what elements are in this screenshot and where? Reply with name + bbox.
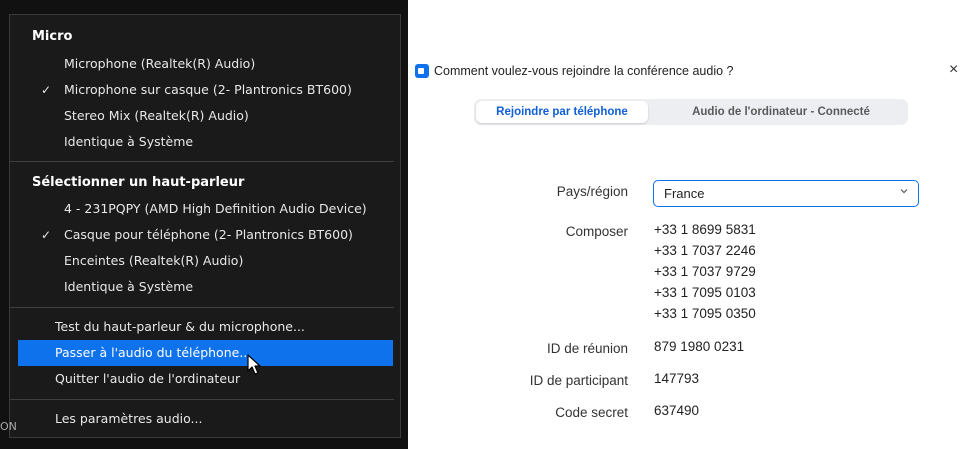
phone-number: +33 1 7037 9729 xyxy=(654,264,756,279)
dial-label: Composer xyxy=(565,224,628,239)
participant-id-value: 147793 xyxy=(654,371,700,386)
zoom-logo-icon xyxy=(415,64,429,78)
menu-item-speaker-realtek[interactable]: Enceintes (Realtek(R) Audio) xyxy=(18,248,393,274)
menu-item-label: Microphone (Realtek(R) Audio) xyxy=(64,56,256,71)
menu-item-label: Enceintes (Realtek(R) Audio) xyxy=(64,253,244,268)
check-icon: ✓ xyxy=(41,228,52,242)
join-audio-dialog: Comment voulez-vous rejoindre la confére… xyxy=(408,0,962,449)
menu-item-label: Stereo Mix (Realtek(R) Audio) xyxy=(64,108,249,123)
menu-item-speaker-same-as-system[interactable]: Identique à Système xyxy=(18,274,393,300)
menu-separator xyxy=(10,307,394,308)
menu-item-test-audio[interactable]: Test du haut-parleur & du microphone... xyxy=(18,314,393,340)
tab-join-by-phone[interactable]: Rejoindre par téléphone xyxy=(476,101,648,123)
menu-item-label: Test du haut-parleur & du microphone... xyxy=(55,319,305,334)
speaker-header: Sélectionner un haut-parleur xyxy=(32,175,245,190)
passcode-label: Code secret xyxy=(555,405,628,420)
menu-item-label: Identique à Système xyxy=(64,279,194,294)
menu-item-mic-plantronics[interactable]: ✓ Microphone sur casque (2- Plantronics B… xyxy=(18,77,393,103)
menu-item-label: Identique à Système xyxy=(64,134,194,149)
menu-separator xyxy=(10,399,394,400)
meeting-id-label: ID de réunion xyxy=(546,341,628,356)
menu-item-label: Casque pour téléphone (2- Plantronics BT… xyxy=(64,227,353,242)
audio-menu-panel: Micro Microphone (Realtek(R) Audio) ✓ Mic… xyxy=(0,0,408,449)
close-icon[interactable]: × xyxy=(949,61,958,79)
country-label: Pays/région xyxy=(556,184,628,199)
audio-menu: Micro Microphone (Realtek(R) Audio) ✓ Mic… xyxy=(9,14,401,438)
phone-number: +33 1 8699 5831 xyxy=(654,222,756,237)
menu-item-audio-settings[interactable]: Les paramètres audio... xyxy=(18,406,393,432)
menu-item-label: 4 - 231PQPY (AMD High Definition Audio D… xyxy=(64,201,367,216)
menu-item-stereo-mix[interactable]: Stereo Mix (Realtek(R) Audio) xyxy=(18,103,393,129)
menu-item-label: Microphone sur casque (2- Plantronics BT… xyxy=(64,82,352,97)
phone-number: +33 1 7095 0350 xyxy=(654,306,756,321)
passcode-value: 637490 xyxy=(654,403,700,418)
meeting-id-value: 879 1980 0231 xyxy=(654,339,745,354)
chevron-down-icon xyxy=(900,189,908,194)
menu-item-switch-to-phone-audio[interactable]: Passer à l'audio du téléphone... xyxy=(18,340,393,366)
menu-item-label: Passer à l'audio du téléphone... xyxy=(55,345,252,360)
micro-header: Micro xyxy=(32,29,73,44)
audio-tabs: Rejoindre par téléphone Audio de l'ordin… xyxy=(474,99,908,125)
dialog-title: Comment voulez-vous rejoindre la confére… xyxy=(434,64,734,78)
phone-number: +33 1 7037 2246 xyxy=(654,243,756,258)
menu-item-label: Les paramètres audio... xyxy=(55,411,203,426)
menu-item-mic-realtek[interactable]: Microphone (Realtek(R) Audio) xyxy=(18,51,393,77)
menu-item-leave-computer-audio[interactable]: Quitter l'audio de l'ordinateur xyxy=(18,366,393,392)
menu-item-mic-same-as-system[interactable]: Identique à Système xyxy=(18,129,393,155)
check-icon: ✓ xyxy=(41,83,52,97)
menu-item-speaker-amd[interactable]: 4 - 231PQPY (AMD High Definition Audio D… xyxy=(18,196,393,222)
menu-item-label: Quitter l'audio de l'ordinateur xyxy=(55,371,241,386)
participant-id-label: ID de participant xyxy=(529,373,628,388)
menu-separator xyxy=(10,161,394,162)
menu-item-speaker-plantronics[interactable]: ✓ Casque pour téléphone (2- Plantronics B… xyxy=(18,222,393,248)
background-text: ON xyxy=(0,420,17,433)
tab-computer-audio[interactable]: Audio de l'ordinateur - Connecté xyxy=(656,99,906,125)
mouse-pointer-icon xyxy=(247,354,261,375)
country-select-value: France xyxy=(664,186,705,201)
phone-number: +33 1 7095 0103 xyxy=(654,285,756,300)
country-select[interactable]: France xyxy=(653,180,919,207)
